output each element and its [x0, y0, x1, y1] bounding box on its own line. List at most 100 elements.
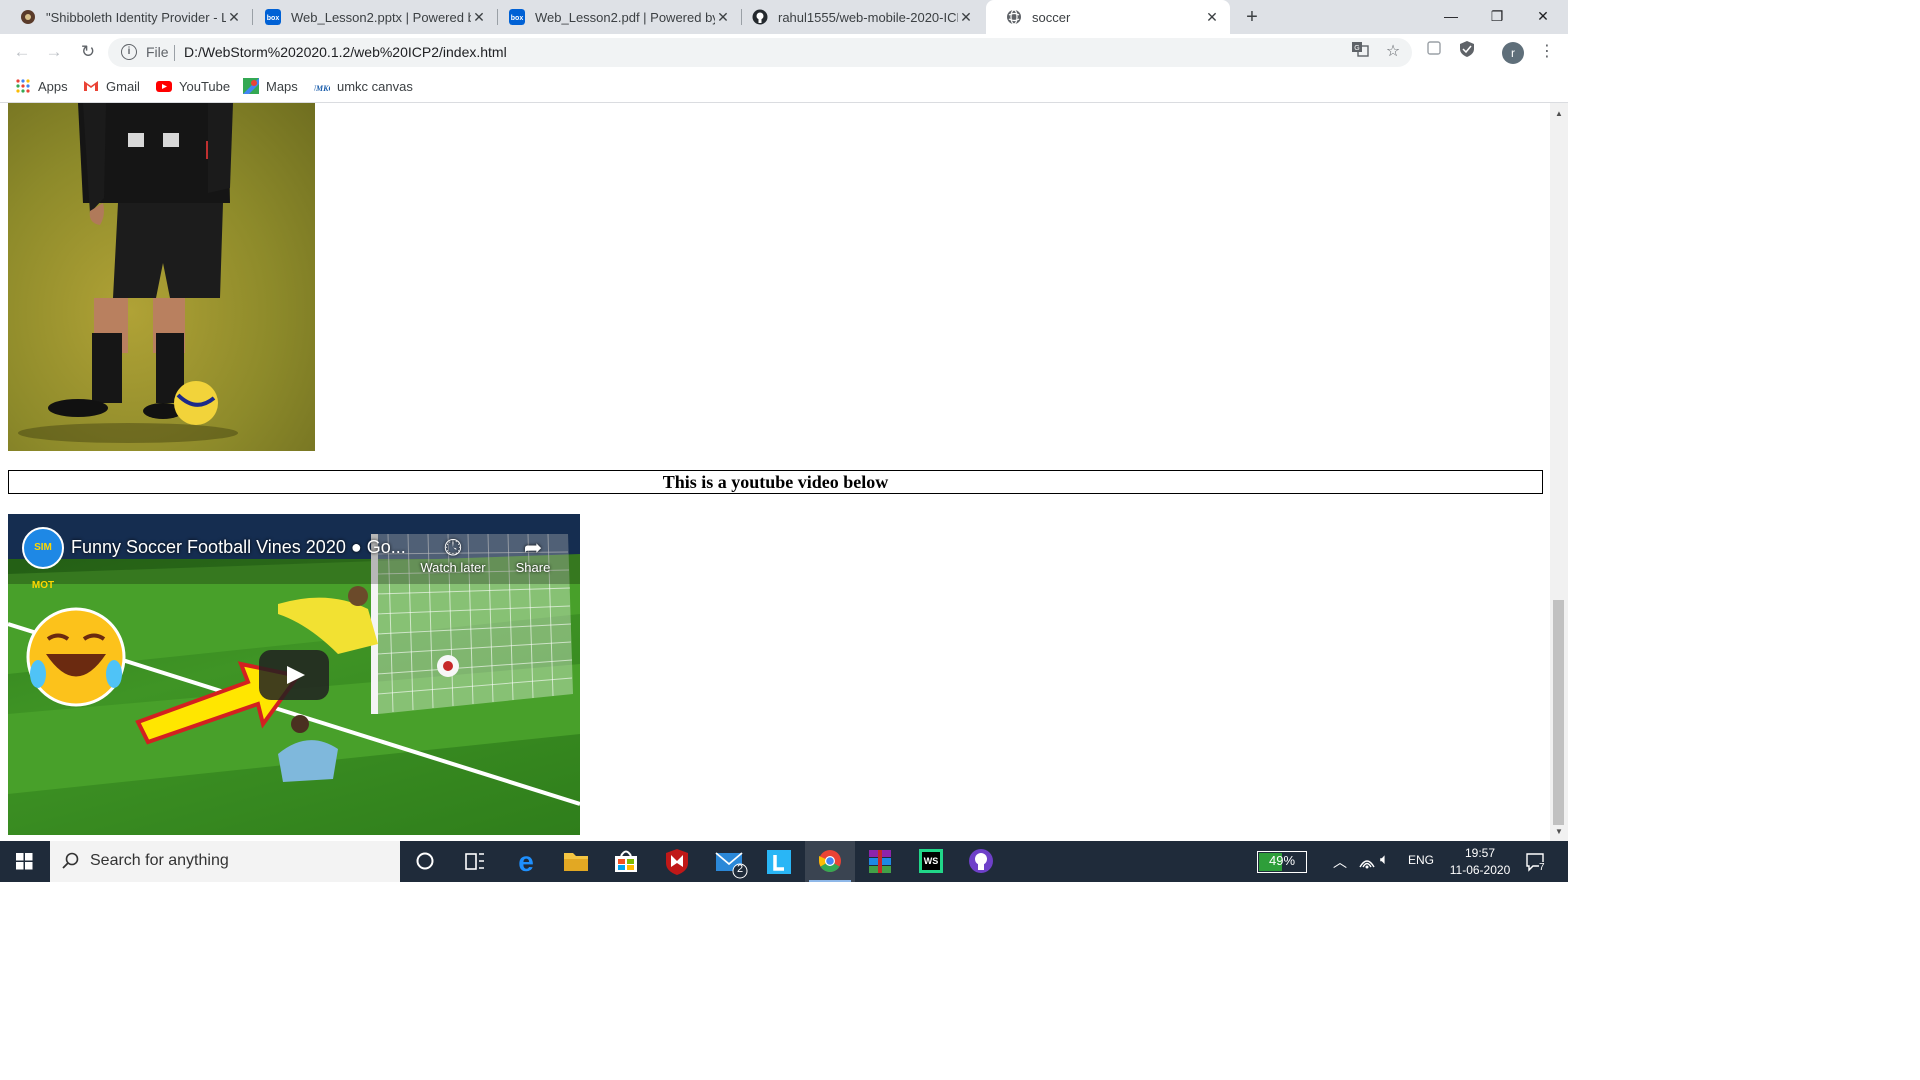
channel-avatar[interactable]: SIM MOT [22, 527, 64, 591]
notification-count: 7 [1539, 862, 1545, 873]
bookmark-maps[interactable]: Maps [243, 77, 298, 95]
svg-text:G: G [1354, 45, 1359, 52]
tab-pptx[interactable]: box Web_Lesson2.pptx | Powered by B ✕ [245, 0, 497, 34]
youtube-video-embed[interactable]: SIM MOT Funny Soccer Football Vines 2020… [8, 514, 580, 835]
umkc-seal-icon [21, 10, 35, 24]
bookmark-apps[interactable]: Apps [15, 77, 68, 95]
close-tab-icon[interactable]: ✕ [715, 9, 731, 26]
active-indicator [809, 880, 851, 882]
close-tab-icon[interactable]: ✕ [471, 9, 487, 26]
l-app-icon [767, 850, 791, 874]
share-button[interactable]: ➦ Share [508, 536, 558, 576]
scroll-up-arrow[interactable]: ▲ [1555, 109, 1563, 118]
file-explorer-app[interactable] [551, 841, 601, 882]
github-desktop-app[interactable] [956, 841, 1006, 882]
svg-text:WS: WS [924, 856, 939, 866]
bookmark-label: Apps [38, 78, 68, 94]
play-button[interactable] [259, 650, 329, 700]
forward-button[interactable]: → [42, 40, 66, 64]
page-heading: This is a youtube video below [8, 470, 1543, 494]
reload-button[interactable]: ↻ [76, 40, 100, 64]
bookmark-umkc-canvas[interactable]: UMKC umkc canvas [314, 77, 413, 95]
close-window-button[interactable]: ✕ [1520, 0, 1566, 34]
url-text[interactable]: D:/WebStorm%202020.1.2/web%20ICP2/index.… [184, 44, 507, 60]
browser-toolbar: ← → ↻ i File D:/WebStorm%202020.1.2/web%… [0, 34, 1568, 71]
wifi-icon[interactable] [1358, 853, 1376, 869]
search-placeholder: Search for anything [90, 852, 229, 869]
gmail-icon [84, 81, 98, 91]
l-app[interactable] [754, 841, 804, 882]
language-indicator[interactable]: ENG [1408, 853, 1434, 867]
tab-pdf[interactable]: box Web_Lesson2.pdf | Powered by B ✕ [489, 0, 741, 34]
watch-later-label: Watch later [420, 560, 486, 575]
chrome-app[interactable] [805, 841, 855, 882]
back-button[interactable]: ← [10, 40, 34, 64]
extension-icon[interactable] [1422, 40, 1446, 64]
cortana-icon [416, 852, 434, 870]
chrome-icon [819, 850, 841, 872]
battery-percent: 49% [1268, 853, 1296, 868]
watch-later-button[interactable]: 🕓︎ Watch later [412, 536, 494, 576]
shield-extension-icon[interactable] [1455, 40, 1479, 64]
store-app[interactable] [601, 841, 651, 882]
bookmark-label: umkc canvas [337, 78, 413, 94]
menu-kebab-icon[interactable]: ⋮ [1535, 40, 1559, 64]
info-icon[interactable]: i [121, 44, 137, 60]
scrollbar-thumb[interactable] [1553, 600, 1564, 825]
search-icon [62, 852, 79, 869]
bookmark-gmail[interactable]: Gmail [83, 77, 140, 95]
taskbar-search[interactable]: Search for anything [50, 841, 400, 882]
referee-photo [8, 103, 315, 451]
bookmark-youtube[interactable]: YouTube [156, 77, 230, 95]
share-icon: ➦ [523, 535, 543, 560]
minimize-button[interactable]: — [1428, 0, 1474, 34]
cortana-button[interactable] [400, 841, 450, 882]
battery-indicator[interactable]: 49% [1257, 851, 1307, 873]
webstorm-app[interactable]: WS [906, 841, 956, 882]
svg-text:box: box [267, 15, 280, 22]
new-tab-button[interactable]: + [1240, 5, 1264, 29]
start-button[interactable] [0, 841, 48, 882]
tab-title: Web_Lesson2.pptx | Powered by B [291, 9, 471, 25]
mail-icon [715, 852, 748, 879]
page-scrollbar[interactable]: ▲ ▼ [1550, 103, 1568, 841]
tab-title: soccer [1032, 9, 1071, 25]
url-scheme: File [146, 44, 169, 60]
referee-illustration [18, 103, 238, 443]
globe-icon [1007, 9, 1021, 25]
bookmark-label: Maps [266, 78, 298, 94]
tab-github[interactable]: rahul1555/web-mobile-2020-ICP ✕ [732, 0, 984, 34]
close-tab-icon[interactable]: ✕ [958, 9, 974, 26]
tab-shibboleth[interactable]: "Shibboleth Identity Provider - Lo ✕ [0, 0, 252, 34]
clock-date: 11-06-2020 [1449, 863, 1511, 877]
box-icon: box [509, 9, 525, 25]
clock-icon: 🕓︎ [444, 535, 462, 560]
address-divider [174, 45, 175, 61]
winrar-icon [869, 850, 891, 873]
volume-icon[interactable]: 🔈︎ [1380, 851, 1389, 868]
tab-title: rahul1555/web-mobile-2020-ICP [778, 9, 958, 25]
translate-icon[interactable]: G [1348, 40, 1372, 64]
bookmark-star-icon[interactable]: ☆ [1381, 40, 1405, 64]
address-bar[interactable]: i File D:/WebStorm%202020.1.2/web%20ICP2… [108, 38, 1412, 67]
tab-title: "Shibboleth Identity Provider - Lo [46, 9, 226, 25]
tab-soccer[interactable]: soccer ✕ [986, 0, 1230, 34]
bookmark-label: Gmail [106, 78, 140, 94]
restore-button[interactable]: ❐ [1474, 0, 1520, 34]
profile-avatar[interactable]: r [1502, 42, 1524, 64]
close-tab-icon[interactable]: ✕ [226, 9, 242, 26]
svg-text:UMKC: UMKC [314, 84, 330, 93]
winrar-app[interactable] [855, 841, 905, 882]
windows-taskbar: Search for anything e 2 WS 49% ︿ 🔈︎ ENG … [0, 841, 1568, 882]
video-title[interactable]: Funny Soccer Football Vines 2020 ● Go... [71, 537, 406, 558]
close-tab-icon[interactable]: ✕ [1204, 9, 1220, 26]
edge-app[interactable]: e [501, 841, 551, 882]
task-view-button[interactable] [450, 841, 500, 882]
svg-text:e: e [518, 846, 534, 877]
mail-app[interactable]: 2 [704, 841, 754, 882]
mcafee-app[interactable] [652, 841, 702, 882]
show-hidden-icons-chevron-icon[interactable]: ︿ [1333, 852, 1347, 872]
svg-text:box: box [511, 15, 524, 22]
scroll-down-arrow[interactable]: ▼ [1555, 827, 1563, 836]
taskbar-clock[interactable]: 19:57 11-06-2020 [1440, 845, 1520, 879]
